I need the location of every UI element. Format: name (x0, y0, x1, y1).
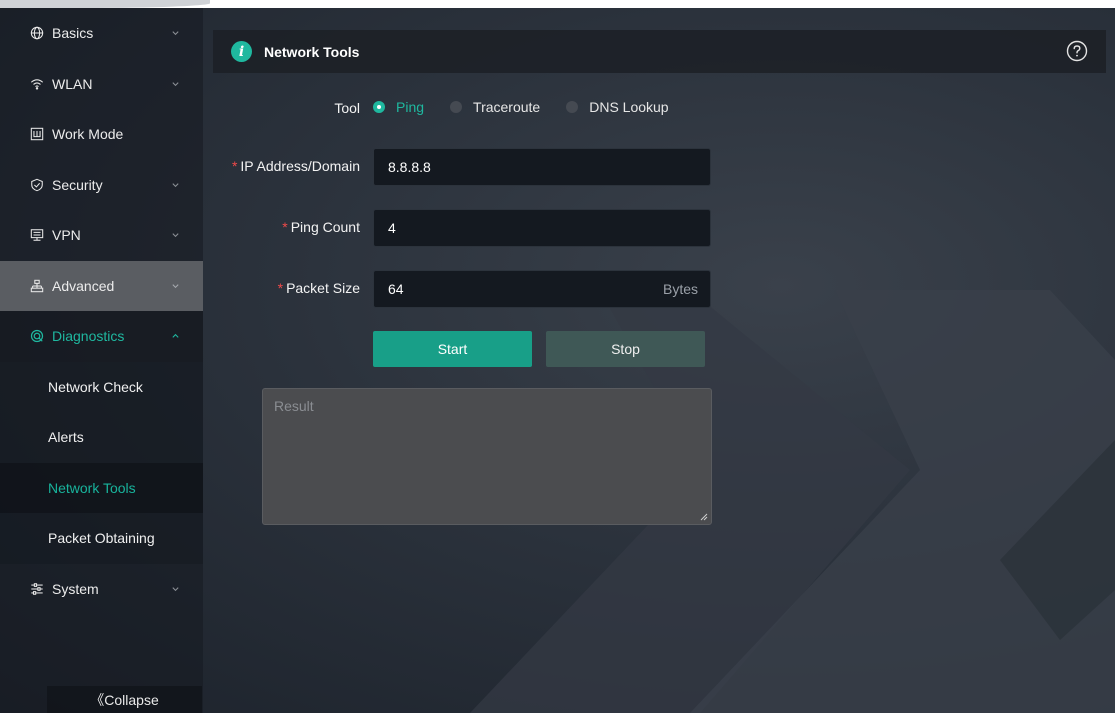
sidebar-item-label: WLAN (52, 75, 93, 92)
info-icon: i (231, 41, 252, 62)
diagnostics-submenu: Network Check Alerts Network Tools Packe… (0, 361, 203, 564)
sidebar-item-system[interactable]: System (0, 564, 203, 615)
resize-grip-icon[interactable] (700, 513, 708, 521)
collapse-button[interactable]: 《Collapse (47, 686, 202, 713)
chevron-down-icon (172, 284, 179, 288)
sidebar-item-label: Diagnostics (52, 328, 125, 345)
chevron-down-icon (172, 587, 179, 591)
page-title: Network Tools (264, 43, 360, 60)
required-mark: * (282, 219, 288, 235)
stop-button[interactable]: Stop (546, 331, 705, 367)
radio-dns-lookup[interactable]: DNS Lookup (566, 99, 669, 115)
sidebar: Basics WLAN Work Mode Security VPN Advan… (0, 8, 203, 713)
top-strip (0, 0, 1115, 8)
radio-dot (373, 101, 385, 113)
sidebar-item-work-mode[interactable]: Work Mode (0, 109, 203, 160)
sidebar-item-label: Work Mode (52, 126, 124, 143)
wifi-icon (29, 76, 45, 92)
packet-size-input[interactable]: 64 Bytes (373, 270, 711, 308)
sidebar-item-wlan[interactable]: WLAN (0, 59, 203, 110)
sidebar-subitem-network-check[interactable]: Network Check (0, 362, 203, 413)
sidebar-subitem-packet-obtaining[interactable]: Packet Obtaining (0, 513, 203, 564)
settings-icon (29, 581, 45, 597)
radio-ping[interactable]: Ping (373, 99, 424, 115)
chevron-down-icon (172, 31, 179, 36)
radio-traceroute[interactable]: Traceroute (450, 99, 540, 115)
shield-icon (29, 177, 45, 193)
radio-label: DNS Lookup (589, 99, 669, 115)
mode-icon (29, 126, 45, 142)
result-placeholder: Result (274, 398, 314, 414)
sidebar-subitem-network-tools[interactable]: Network Tools (0, 462, 203, 513)
sidebar-item-label: Security (52, 176, 103, 193)
sidebar-item-security[interactable]: Security (0, 160, 203, 211)
ping-count-input[interactable]: 4 (373, 209, 711, 247)
start-button[interactable]: Start (373, 331, 532, 367)
sidebar-item-label: System (52, 580, 99, 597)
network-icon (29, 278, 45, 294)
sidebar-item-label: VPN (52, 227, 81, 244)
radio-label: Ping (396, 99, 425, 115)
tool-label: Tool (334, 100, 360, 116)
chevron-down-icon (172, 233, 179, 238)
chevron-down-icon (172, 82, 179, 86)
ping-count-label: * Ping Count (210, 219, 360, 235)
sidebar-item-advanced[interactable]: Advanced (0, 260, 203, 311)
chevron-up-icon (172, 334, 179, 338)
required-mark: * (277, 280, 284, 296)
sidebar-item-basics[interactable]: Basics (0, 8, 203, 59)
sidebar-item-diagnostics[interactable]: Diagnostics (0, 311, 203, 362)
ip-address-label-text: IP Address/Domain (240, 158, 360, 174)
ip-address-input[interactable]: 8.8.8.8 (373, 148, 711, 186)
sidebar-item-label: Basics (52, 25, 94, 42)
result-textarea[interactable]: Result (262, 388, 712, 525)
page-header: i Network Tools (213, 30, 1106, 73)
diagnostics-icon (29, 328, 45, 344)
packet-size-label-text: Packet Size (286, 280, 360, 296)
ip-address-label: * IP Address/Domain (210, 158, 360, 174)
radio-label: Traceroute (473, 99, 541, 115)
sidebar-subitem-alerts[interactable]: Alerts (0, 412, 203, 463)
sidebar-item-vpn[interactable]: VPN (0, 210, 203, 261)
packet-size-unit: Bytes (662, 281, 698, 297)
ping-count-value: 4 (388, 220, 396, 236)
radio-dot (566, 101, 579, 113)
vpn-icon (29, 227, 45, 243)
ping-count-label-text: Ping Count (290, 219, 360, 235)
chevron-down-icon (172, 183, 179, 187)
sidebar-item-label: Advanced (52, 277, 115, 294)
packet-size-value: 64 (388, 281, 404, 297)
help-icon[interactable] (1066, 40, 1088, 62)
required-mark: * (231, 158, 238, 174)
radio-dot (450, 101, 463, 113)
globe-icon (29, 25, 45, 41)
ip-address-value: 8.8.8.8 (388, 159, 431, 175)
packet-size-label: * Packet Size (210, 280, 360, 296)
tool-radio-group: Ping Traceroute DNS Lookup (373, 99, 695, 115)
